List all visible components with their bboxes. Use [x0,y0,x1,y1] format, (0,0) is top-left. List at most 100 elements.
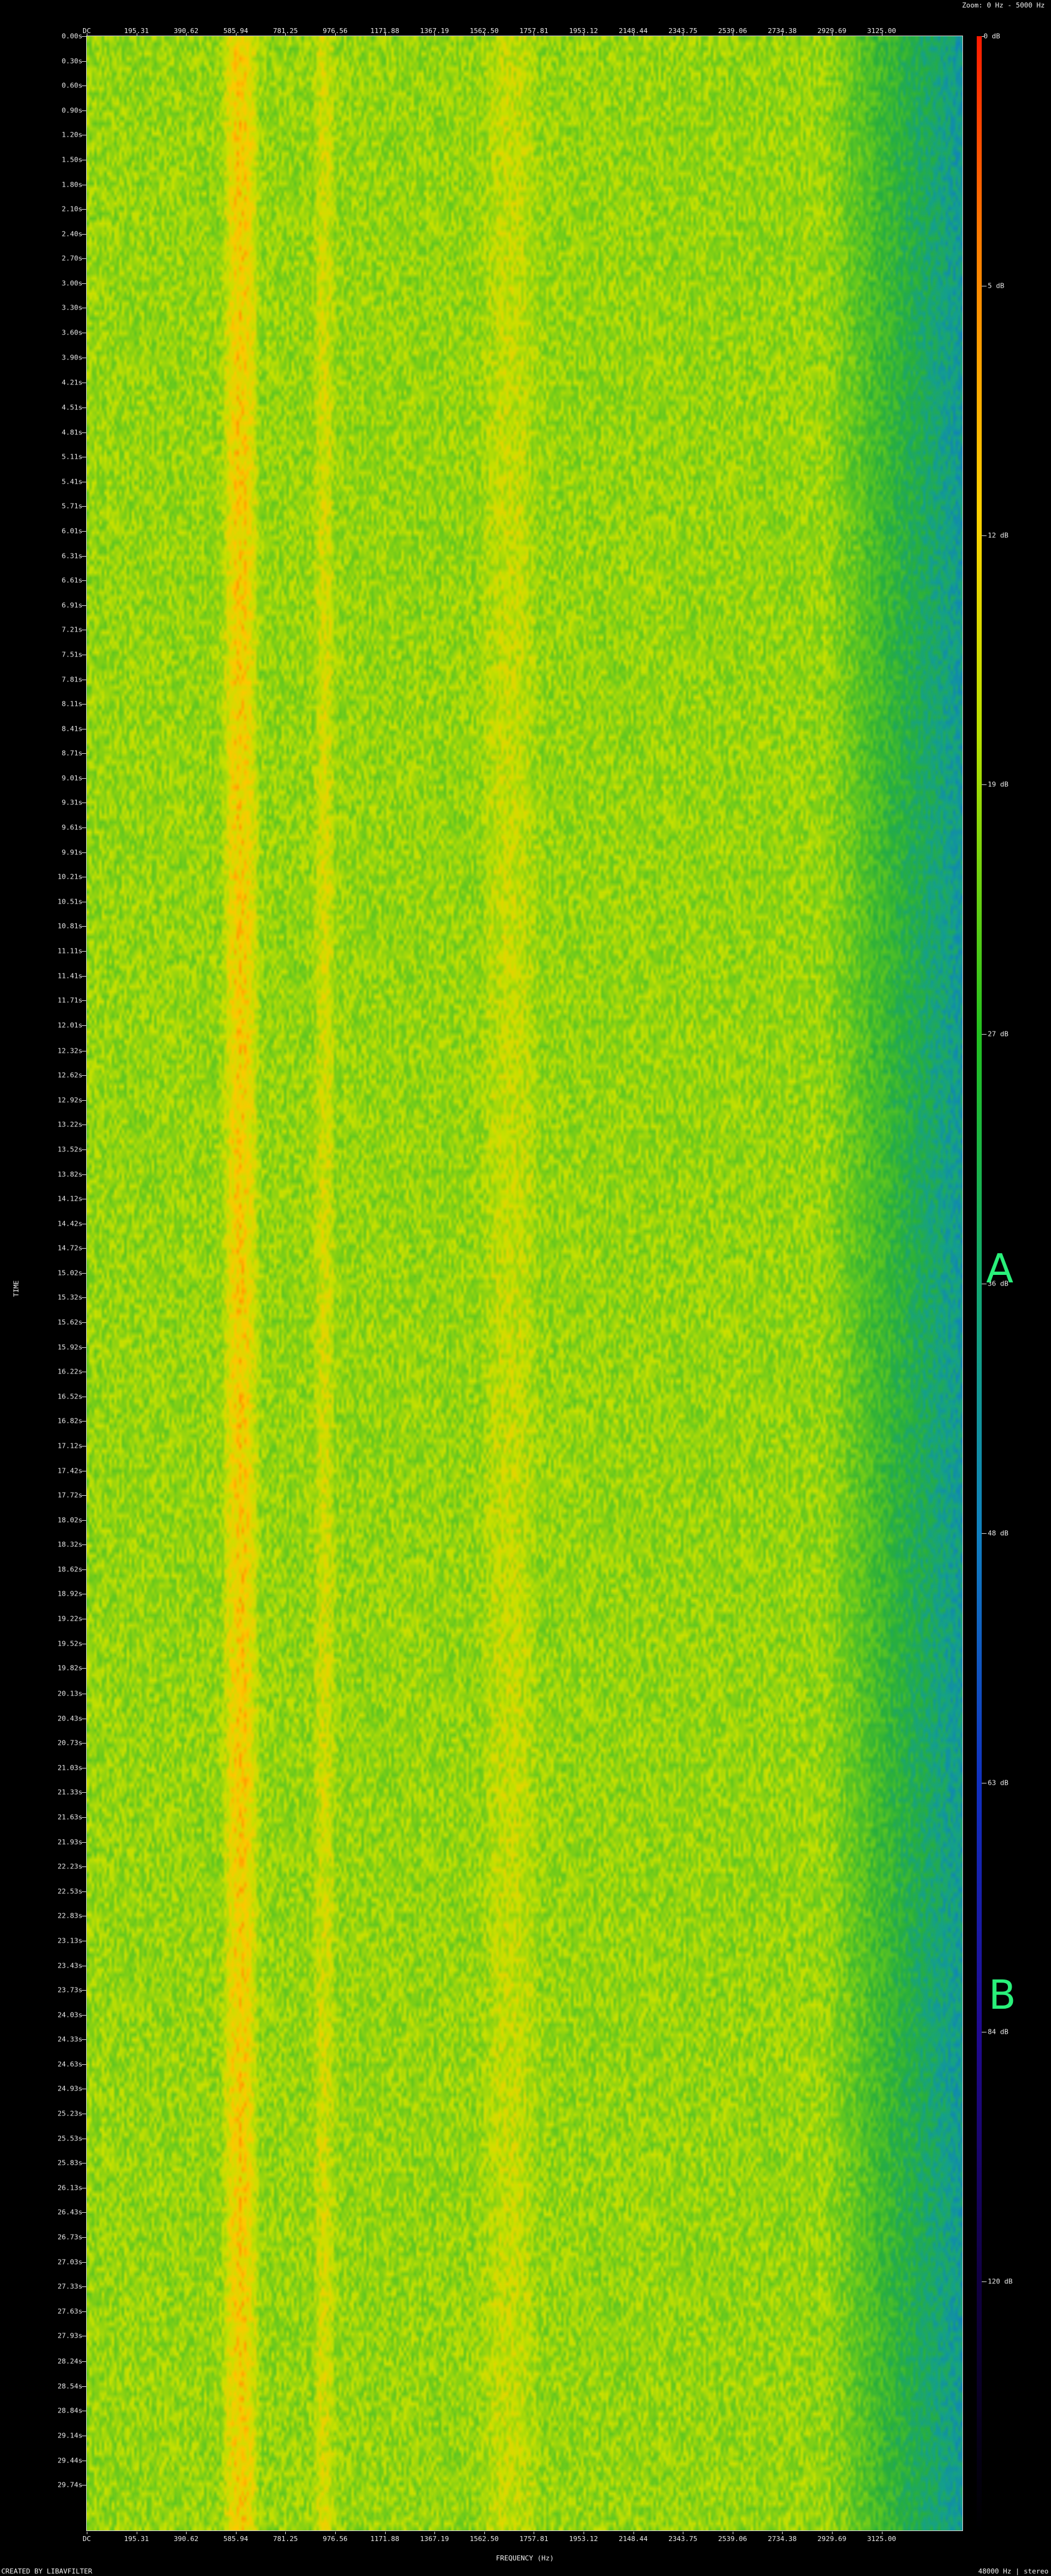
x-tick-label-bottom: 1953.12 [569,2535,599,2543]
y-tick-label: 6.61s [61,576,82,585]
y-tick-mark [82,110,86,111]
y-tick-label: 27.63s [57,2307,82,2316]
colorbar-tick-label: -120 dB [984,2277,1013,2286]
y-tick-label: 18.62s [57,1565,82,1574]
y-tick-label: 23.13s [57,1936,82,1945]
y-tick-mark [82,1149,86,1150]
y-tick-label: 14.42s [57,1219,82,1228]
y-tick-label: 24.03s [57,2011,82,2019]
y-tick-label: 24.63s [57,2060,82,2069]
y-tick-label: 17.42s [57,1466,82,1475]
x-tick-mark [782,33,783,36]
y-tick-label: 10.81s [57,922,82,930]
y-tick-label: 20.13s [57,1689,82,1698]
y-tick-label: 11.41s [57,972,82,980]
y-tick-label: 2.70s [61,254,82,263]
y-tick-label: 9.31s [61,798,82,807]
x-tick-mark [831,33,833,36]
y-tick-label: 16.82s [57,1417,82,1425]
y-tick-mark [82,2361,86,2363]
colorbar-tick-label: 0 dB [984,32,1000,41]
x-tick-mark [285,2532,286,2534]
y-tick-label: 21.03s [57,1764,82,1772]
zoom-range-label: Zoom: 0 Hz - 5000 Hz [962,1,1045,9]
y-tick-label: 11.71s [57,996,82,1005]
colorbar-tick-label: -5 dB [984,281,1005,290]
y-tick-mark [82,1668,86,1669]
x-tick-mark [384,2532,386,2534]
y-tick-label: 18.32s [57,1540,82,1549]
colorbar-tick-mark [982,535,985,536]
annotation-letter-a: A [986,1246,1014,1292]
x-tick-mark [484,2532,485,2534]
y-tick-mark [82,1990,86,1991]
y-tick-mark [82,1792,86,1793]
x-tick-label-bottom: 585.94 [223,2535,248,2543]
y-tick-label: 28.84s [57,2406,82,2415]
x-tick-label-bottom: 1171.88 [370,2535,399,2543]
y-tick-label: 16.22s [57,1367,82,1376]
x-tick-label-bottom: DC [82,2535,91,2543]
x-tick-label-bottom: 2929.69 [817,2535,847,2543]
y-tick-label: 22.83s [57,1911,82,1920]
y-tick-label: 19.22s [57,1614,82,1623]
y-tick-mark [82,778,86,779]
x-tick-label-bottom: 976.56 [323,2535,348,2543]
y-tick-mark [82,258,86,260]
x-tick-mark [285,33,286,36]
y-tick-mark [82,1569,86,1570]
y-tick-mark [82,827,86,828]
y-tick-mark [82,1075,86,1076]
y-tick-label: 0.90s [61,106,82,115]
y-tick-label: 10.21s [57,872,82,881]
y-tick-mark [82,1767,86,1769]
y-tick-mark [82,1100,86,1101]
y-tick-label: 14.12s [57,1194,82,1203]
y-tick-mark [82,704,86,705]
y-tick-label: 6.31s [61,552,82,560]
y-tick-label: 12.62s [57,1071,82,1080]
y-tick-mark [82,975,86,977]
y-tick-label: 2.40s [61,230,82,238]
y-tick-label: 17.12s [57,1442,82,1450]
x-tick-mark [633,2532,634,2534]
y-tick-label: 0.60s [61,81,82,90]
y-tick-mark [82,1445,86,1447]
y-tick-label: 3.30s [61,303,82,312]
y-tick-label: 29.44s [57,2456,82,2465]
y-tick-mark [82,1891,86,1892]
y-tick-label: 12.92s [57,1096,82,1105]
y-tick-label: 13.82s [57,1170,82,1178]
y-tick-label: 3.00s [61,279,82,288]
y-tick-label: 16.52s [57,1392,82,1401]
colorbar-tick-mark [982,1034,985,1035]
y-tick-mark [82,852,86,853]
y-tick-mark [82,555,86,557]
y-tick-mark [82,2311,86,2312]
x-tick-mark [235,33,237,36]
y-tick-label: 22.23s [57,1862,82,1871]
y-tick-mark [82,1322,86,1323]
x-tick-mark [782,2532,783,2534]
y-tick-label: 24.33s [57,2035,82,2044]
colorbar-tick-mark [982,1533,985,1534]
y-tick-label: 21.33s [57,1788,82,1797]
y-tick-mark [82,926,86,927]
y-tick-label: 15.32s [57,1293,82,1302]
x-tick-label-bottom: 1757.81 [519,2535,549,2543]
y-tick-label: 4.51s [61,403,82,412]
y-tick-label: 18.92s [57,1589,82,1598]
y-tick-label: 15.62s [57,1318,82,1327]
y-tick-label: 6.91s [61,601,82,610]
y-tick-label: 25.83s [57,2159,82,2167]
y-tick-label: 15.92s [57,1343,82,1352]
y-tick-mark [82,1743,86,1744]
y-tick-label: 27.03s [57,2258,82,2266]
x-tick-label-bottom: 2539.06 [718,2535,747,2543]
spectrogram-image [87,36,963,2531]
y-tick-label: 3.60s [61,328,82,337]
y-tick-label: 12.32s [57,1046,82,1055]
y-tick-mark [82,233,86,235]
x-tick-label-bottom: 2734.38 [768,2535,797,2543]
y-tick-mark [82,36,86,37]
